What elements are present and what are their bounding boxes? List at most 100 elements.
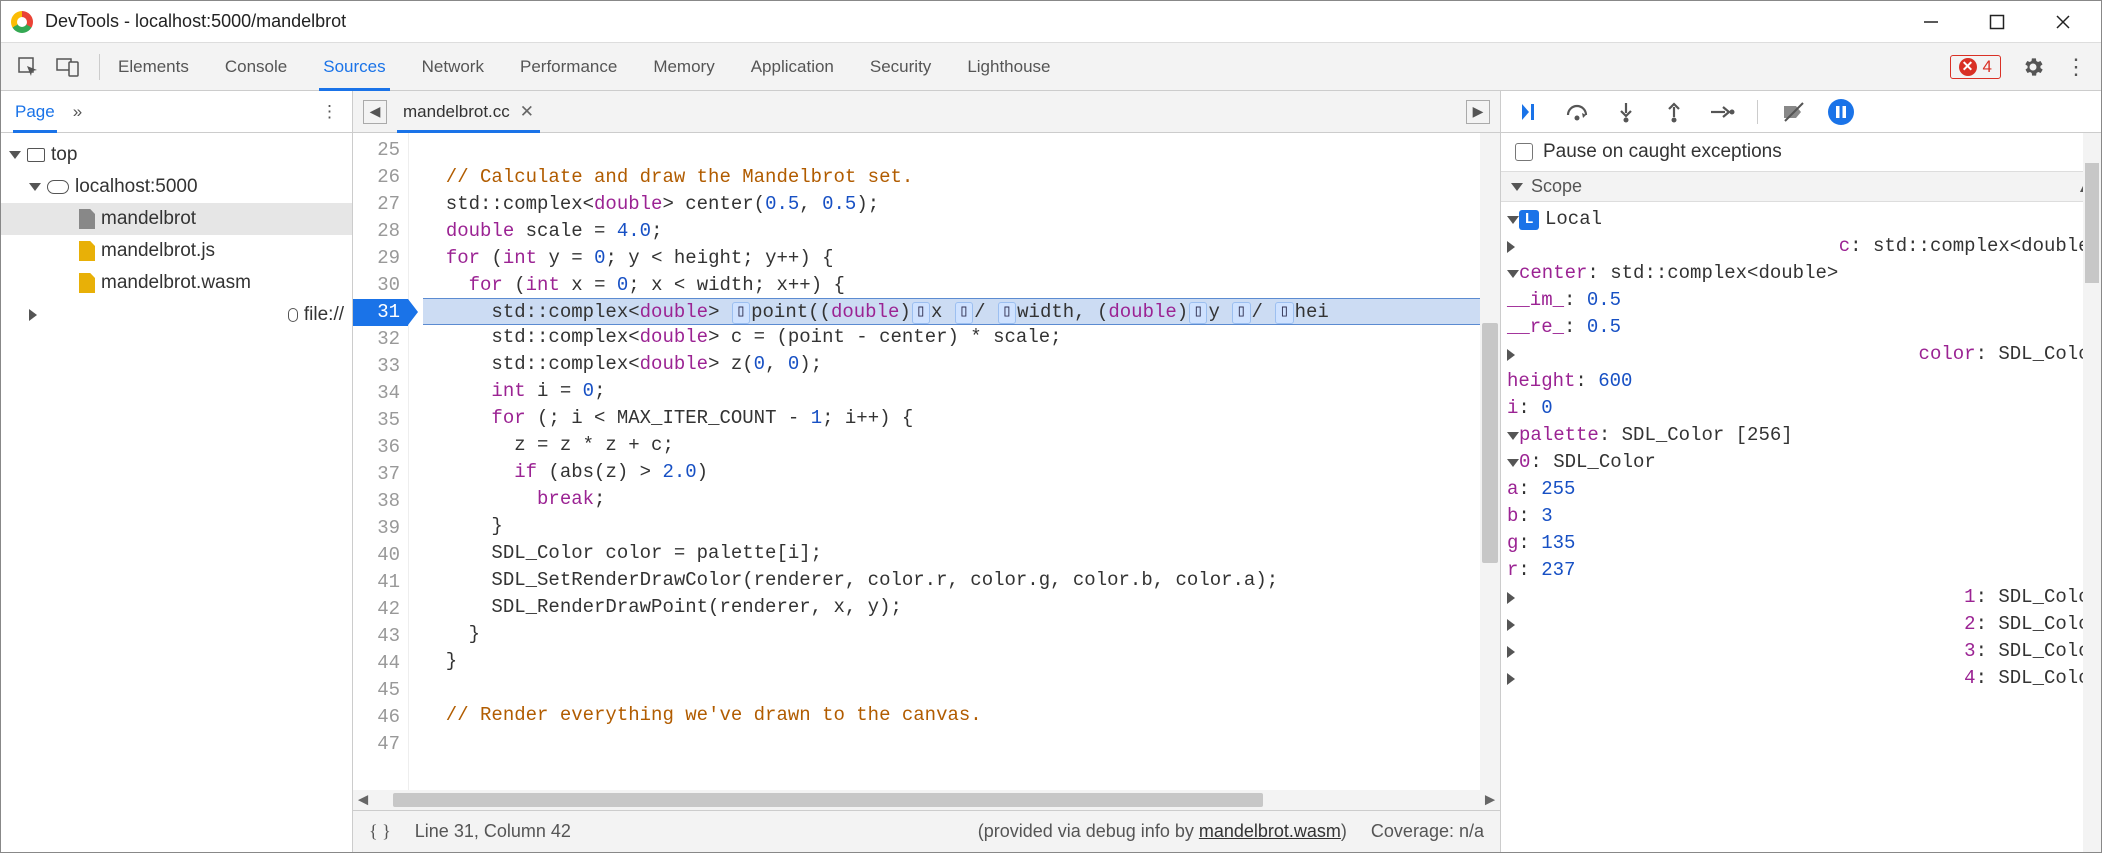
close-tab-icon[interactable]: ✕	[520, 102, 534, 122]
tree-label: file://	[304, 304, 344, 326]
tree-label: localhost:5000	[75, 176, 198, 198]
var-palette-0-r[interactable]: r: 237	[1507, 557, 2101, 584]
chevron-right-icon	[1507, 619, 1964, 631]
chevron-right-icon	[1507, 673, 1964, 685]
var-center-re[interactable]: __re_: 0.5	[1507, 314, 2101, 341]
var-color[interactable]: color: SDL_Color	[1507, 341, 2101, 368]
tree-file-mandelbrot[interactable]: mandelbrot	[1, 203, 352, 235]
scroll-thumb[interactable]	[2085, 163, 2099, 283]
devtools-tabstrip: Elements Console Sources Network Perform…	[1, 43, 2101, 91]
var-c[interactable]: c: std::complex<double>	[1507, 233, 2101, 260]
tree-file-scheme[interactable]: file://	[1, 299, 352, 331]
var-palette[interactable]: palette: SDL_Color [256]	[1507, 422, 2101, 449]
chevron-right-icon	[1507, 241, 1839, 253]
debugger-toolbar	[1501, 91, 2101, 133]
scope-label: Scope	[1531, 176, 1582, 197]
var-palette-1[interactable]: 1: SDL_Color	[1507, 584, 2101, 611]
step-icon[interactable]	[1709, 99, 1735, 125]
pause-caught-label: Pause on caught exceptions	[1543, 141, 1782, 163]
sidebar-tab-page[interactable]: Page	[15, 91, 55, 132]
var-palette-2[interactable]: 2: SDL_Color	[1507, 611, 2101, 638]
vertical-scrollbar[interactable]	[2083, 133, 2101, 852]
var-palette-0-a[interactable]: a: 255	[1507, 476, 2101, 503]
chevron-down-icon	[29, 183, 41, 191]
var-palette-3[interactable]: 3: SDL_Color	[1507, 638, 2101, 665]
var-palette-4[interactable]: 4: SDL_Color	[1507, 665, 2101, 692]
cloud-icon	[47, 180, 69, 194]
var-palette-0[interactable]: 0: SDL_Color	[1507, 449, 2101, 476]
cursor-position: Line 31, Column 42	[415, 821, 571, 842]
chrome-icon	[11, 11, 33, 33]
scope-header[interactable]: Scope ▲	[1501, 171, 2101, 202]
sidebar-menu-icon[interactable]: ⋮	[321, 102, 338, 122]
line-gutter[interactable]: 2526272829303132333435363738394041424344…	[353, 133, 409, 790]
tab-network[interactable]: Network	[422, 43, 484, 90]
chevron-right-icon	[1507, 349, 1919, 361]
editor-tab-mandelbrot-cc[interactable]: mandelbrot.cc ✕	[399, 91, 538, 132]
var-palette-0-b[interactable]: b: 3	[1507, 503, 2101, 530]
maximize-button[interactable]	[1979, 8, 2015, 36]
code-content[interactable]: // Calculate and draw the Mandelbrot set…	[409, 133, 1480, 790]
var-height[interactable]: height: 600	[1507, 368, 2101, 395]
pause-on-caught-row[interactable]: Pause on caught exceptions	[1501, 133, 2101, 171]
error-icon: ✕	[1959, 58, 1977, 76]
chevron-right-icon	[1507, 646, 1964, 658]
sidebar-more-tabs-icon[interactable]: »	[73, 102, 82, 122]
tab-memory[interactable]: Memory	[653, 43, 714, 90]
tree-top[interactable]: top	[1, 139, 352, 171]
deactivate-breakpoints-icon[interactable]	[1780, 99, 1806, 125]
vertical-scrollbar[interactable]	[1480, 133, 1500, 790]
error-count-badge[interactable]: ✕ 4	[1950, 55, 2001, 79]
scope-tree[interactable]: LLocal c: std::complex<double> center: s…	[1501, 202, 2101, 852]
window-icon	[27, 148, 45, 162]
tree-label: mandelbrot.wasm	[101, 272, 251, 294]
step-over-icon[interactable]	[1565, 99, 1591, 125]
pretty-print-icon[interactable]: { }	[369, 821, 391, 842]
step-out-icon[interactable]	[1661, 99, 1687, 125]
tab-console[interactable]: Console	[225, 43, 287, 90]
resume-icon[interactable]	[1517, 99, 1543, 125]
chevron-down-icon	[1507, 459, 1519, 467]
tab-elements[interactable]: Elements	[118, 43, 189, 90]
file-tree: top localhost:5000 mandelbrot mandelbrot…	[1, 133, 352, 337]
chevron-down-icon	[9, 151, 21, 159]
step-into-icon[interactable]	[1613, 99, 1639, 125]
tab-sources[interactable]: Sources	[323, 43, 385, 90]
var-i[interactable]: i: 0	[1507, 395, 2101, 422]
scroll-left-icon[interactable]: ◄	[353, 790, 373, 810]
close-button[interactable]	[2045, 8, 2081, 36]
var-center[interactable]: center: std::complex<double>	[1507, 260, 2101, 287]
tree-file-mandelbrot-js[interactable]: mandelbrot.js	[1, 235, 352, 267]
editor-statusbar: { } Line 31, Column 42 (provided via deb…	[353, 810, 1500, 852]
window-title: DevTools - localhost:5000/mandelbrot	[45, 11, 1913, 32]
nav-back-icon[interactable]: ◀	[363, 100, 387, 124]
nav-forward-icon[interactable]: ▶	[1466, 100, 1490, 124]
var-center-im[interactable]: __im_: 0.5	[1507, 287, 2101, 314]
checkbox[interactable]	[1515, 143, 1533, 161]
tree-file-mandelbrot-wasm[interactable]: mandelbrot.wasm	[1, 267, 352, 299]
horizontal-scrollbar[interactable]: ◄ ►	[353, 790, 1500, 810]
tab-performance[interactable]: Performance	[520, 43, 617, 90]
local-badge-icon: L	[1519, 210, 1539, 230]
wasm-link[interactable]: mandelbrot.wasm	[1199, 821, 1341, 841]
editor-tab-label: mandelbrot.cc	[403, 102, 510, 122]
tab-application[interactable]: Application	[751, 43, 834, 90]
inspect-icon[interactable]	[15, 54, 41, 80]
var-palette-0-g[interactable]: g: 135	[1507, 530, 2101, 557]
tree-host[interactable]: localhost:5000	[1, 171, 352, 203]
debug-info-source: (provided via debug info by mandelbrot.w…	[978, 821, 1347, 842]
more-menu-icon[interactable]: ⋮	[2065, 54, 2087, 80]
scroll-thumb[interactable]	[393, 793, 1263, 807]
tab-lighthouse[interactable]: Lighthouse	[967, 43, 1050, 90]
scroll-thumb[interactable]	[1482, 323, 1498, 563]
device-toggle-icon[interactable]	[55, 54, 81, 80]
scope-local[interactable]: LLocal	[1507, 206, 2101, 233]
navigator-sidebar: Page » ⋮ top localhost:5000 mandelbrot m…	[1, 91, 353, 852]
tree-label: mandelbrot	[101, 208, 196, 230]
code-area[interactable]: 2526272829303132333435363738394041424344…	[353, 133, 1500, 790]
settings-gear-icon[interactable]	[2021, 55, 2045, 79]
pause-exceptions-icon[interactable]	[1828, 99, 1854, 125]
scroll-right-icon[interactable]: ►	[1480, 790, 1500, 810]
minimize-button[interactable]	[1913, 8, 1949, 36]
tab-security[interactable]: Security	[870, 43, 931, 90]
